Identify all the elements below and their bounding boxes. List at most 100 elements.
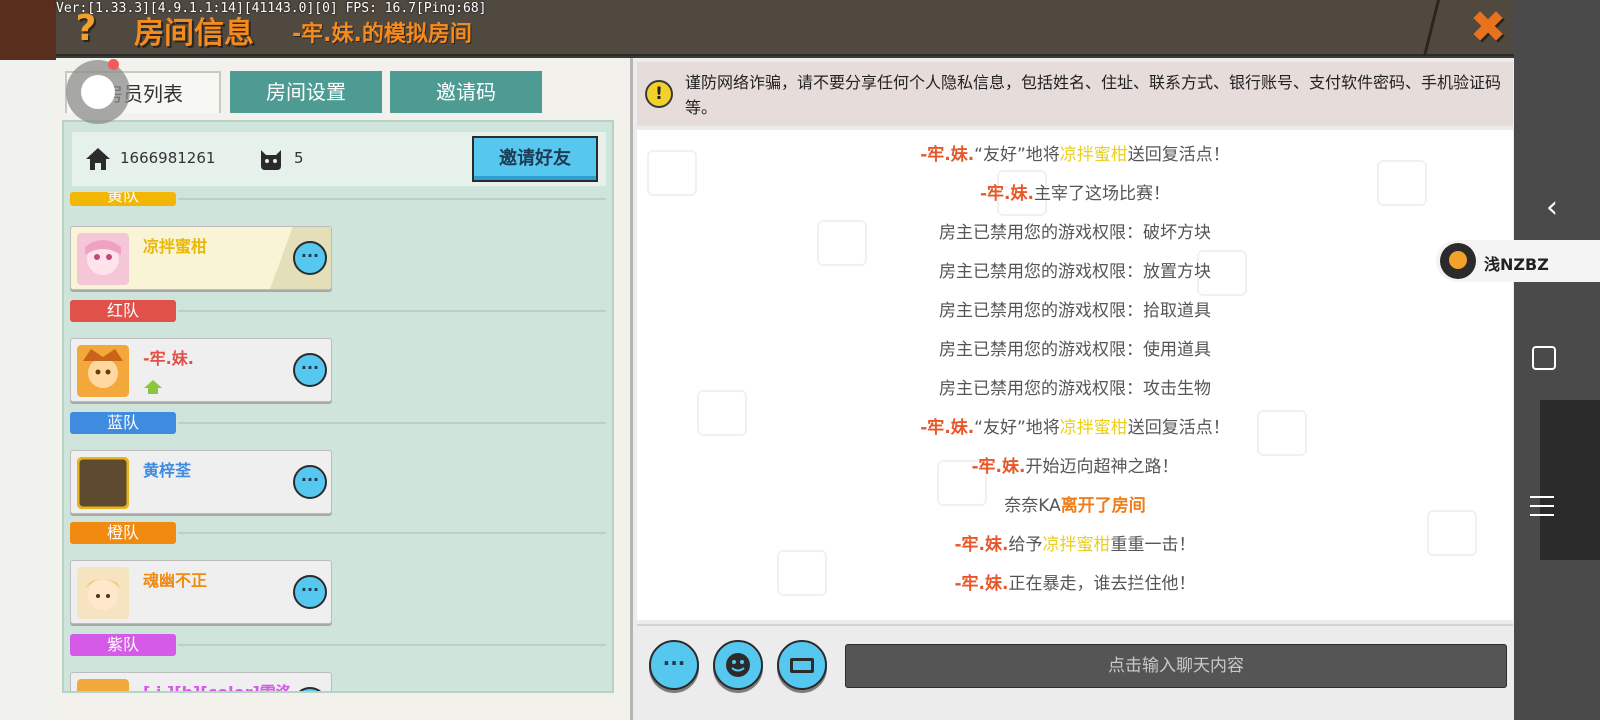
avatar: [77, 567, 129, 619]
chat-message: 房主已禁用您的游戏权限：放置方块: [939, 262, 1211, 282]
member-name: 黄梓荃: [143, 461, 192, 480]
member-name: 凉拌蜜柑: [143, 237, 208, 256]
accelerator-logo-icon: [1440, 243, 1476, 279]
avatar: [77, 233, 129, 285]
notification-dot: [108, 59, 119, 70]
chat-player-name: 凉拌蜜柑: [1042, 535, 1111, 555]
member-card[interactable]: 凉拌蜜柑 ···: [70, 226, 332, 290]
chat-input[interactable]: 点击输入聊天内容: [845, 644, 1507, 688]
room-id: 1666981261: [120, 149, 216, 167]
room-name: -牢.妹.的模拟房间: [292, 22, 472, 47]
chat-text: 正在暴走，谁去拦住他！: [1008, 574, 1196, 594]
avatar: [77, 679, 129, 691]
emoji-icon: [726, 653, 750, 677]
chat-panel: ! 谨防网络诈骗，请不要分享任何个人隐私信息，包括姓名、住址、联系方式、银行账号…: [630, 58, 1514, 720]
game-scene-block: [1540, 400, 1600, 560]
accelerator-label: 浅NZBZ: [1484, 255, 1549, 274]
warning-text: 谨防网络诈骗，请不要分享任何个人隐私信息，包括姓名、住址、联系方式、银行账号、支…: [685, 73, 1502, 117]
chat-message: -牢.妹.“友好”地将凉拌蜜柑送回复活点！: [637, 413, 1513, 438]
chat-message: -牢.妹.“友好”地将凉拌蜜柑送回复活点！: [637, 140, 1513, 165]
team-badge-orange: 橙队: [70, 522, 176, 544]
chat-text: “友好”地将: [974, 145, 1060, 165]
chat-text: 送回复活点！: [1127, 418, 1230, 438]
floating-ball-inner: [81, 75, 115, 109]
member-name: [ i ][b][color]雷洛: [143, 683, 292, 693]
member-card[interactable]: 黄梓荃 ···: [70, 450, 332, 514]
chat-text: 主宰了这场比赛！: [1033, 184, 1170, 204]
team-divider: [178, 310, 606, 312]
team-badge-yellow: 黄队: [70, 192, 176, 206]
more-options-button[interactable]: ···: [293, 465, 327, 499]
chat-message: -牢.妹.正在暴走，谁去拦住他！: [637, 569, 1513, 594]
team-badge-red: 红队: [70, 300, 176, 322]
team-divider: [178, 198, 606, 200]
chat-message: 房主已禁用您的游戏权限：使用道具: [939, 340, 1211, 360]
chat-log[interactable]: -牢.妹.“友好”地将凉拌蜜柑送回复活点！ -牢.妹.主宰了这场比赛！ 房主已禁…: [637, 130, 1513, 620]
tab-room-settings[interactable]: 房间设置: [230, 71, 382, 113]
member-card[interactable]: -牢.妹. ···: [70, 338, 332, 402]
chat-player-name: 凉拌蜜柑: [1059, 418, 1128, 438]
menu-nav-button[interactable]: [1530, 496, 1554, 516]
chat-text: 离开了房间: [1060, 496, 1146, 516]
team-badge-purple: 紫队: [70, 634, 176, 656]
game-scene-right: [1514, 0, 1600, 720]
chat-player-name: 奈奈KA: [1004, 496, 1061, 516]
chat-text: 给予: [1008, 535, 1043, 555]
avatar: [77, 345, 129, 397]
chat-player-name: -牢.妹.: [971, 457, 1026, 477]
chat-message: 奈奈KA离开了房间: [637, 491, 1513, 516]
chat-player-name: 凉拌蜜柑: [1059, 145, 1128, 165]
chat-message: -牢.妹.开始迈向超神之路！: [637, 452, 1513, 477]
accelerator-logo-inner: [1449, 251, 1467, 269]
game-scene-left: [0, 0, 56, 60]
game-scene-left-lower: [0, 60, 56, 720]
warning-icon: !: [645, 80, 673, 108]
chat-message: 房主已禁用您的游戏权限：拾取道具: [939, 301, 1211, 321]
chat-more-button[interactable]: ···: [649, 640, 699, 690]
invite-friend-button[interactable]: 邀请好友: [472, 136, 598, 182]
member-count-icon: [261, 150, 281, 170]
room-info-bar: 1666981261 5 邀请好友: [72, 132, 606, 186]
chat-text: “友好”地将: [974, 418, 1060, 438]
team-badge-blue: 蓝队: [70, 412, 176, 434]
tab-invite-code[interactable]: 邀请码: [390, 71, 542, 113]
team-divider: [178, 422, 606, 424]
team-divider: [178, 532, 606, 534]
member-name: 魂幽不正: [143, 571, 208, 590]
home-nav-button[interactable]: [1532, 346, 1556, 370]
emoji-button[interactable]: [713, 640, 763, 690]
chat-player-name: -牢.妹.: [954, 574, 1009, 594]
keyboard-button[interactable]: [777, 640, 827, 690]
close-button[interactable]: ✖: [1466, 4, 1510, 52]
keyboard-icon: [790, 658, 814, 673]
chat-message: -牢.妹.给予凉拌蜜柑重重一击！: [637, 530, 1513, 555]
member-name: -牢.妹.: [143, 349, 194, 368]
more-options-button[interactable]: ···: [293, 575, 327, 609]
back-nav-button[interactable]: ‹: [1546, 190, 1558, 225]
chat-player-name: -牢.妹.: [954, 535, 1009, 555]
avatar: [77, 457, 129, 509]
chat-input-bar: ··· 点击输入聊天内容: [637, 624, 1513, 720]
chat-message: 房主已禁用您的游戏权限：攻击生物: [939, 379, 1211, 399]
chat-text: 送回复活点！: [1127, 145, 1230, 165]
member-count: 5: [294, 149, 304, 167]
chat-player-name: -牢.妹.: [980, 184, 1034, 204]
more-options-button[interactable]: ···: [293, 353, 327, 387]
more-options-button[interactable]: ···: [293, 687, 327, 691]
chat-message: 房主已禁用您的游戏权限：破坏方块: [939, 223, 1211, 243]
member-list: 1666981261 5 邀请好友 黄队 凉拌蜜柑 ··· 红队 -牢.妹. ·…: [62, 120, 614, 693]
member-card[interactable]: 魂幽不正 ···: [70, 560, 332, 624]
chat-message: -牢.妹.主宰了这场比赛！: [637, 179, 1513, 204]
debug-info: Ver:[1.33.3][4.9.1.1:14][41143.0][0] FPS…: [56, 1, 487, 16]
chat-player-name: -牢.妹.: [920, 145, 975, 165]
chat-text: 重重一击！: [1110, 535, 1196, 555]
host-icon: [144, 380, 162, 394]
chat-text: 开始迈向超神之路！: [1025, 457, 1179, 477]
warning-banner: ! 谨防网络诈骗，请不要分享任何个人隐私信息，包括姓名、住址、联系方式、银行账号…: [637, 62, 1513, 126]
floating-assist-ball[interactable]: [66, 60, 130, 124]
home-icon: [86, 148, 110, 170]
accelerator-pill[interactable]: 浅NZBZ: [1436, 240, 1600, 282]
more-options-button[interactable]: ···: [293, 241, 327, 275]
member-card[interactable]: [ i ][b][color]雷洛 ···: [70, 672, 332, 693]
team-divider: [178, 644, 606, 646]
